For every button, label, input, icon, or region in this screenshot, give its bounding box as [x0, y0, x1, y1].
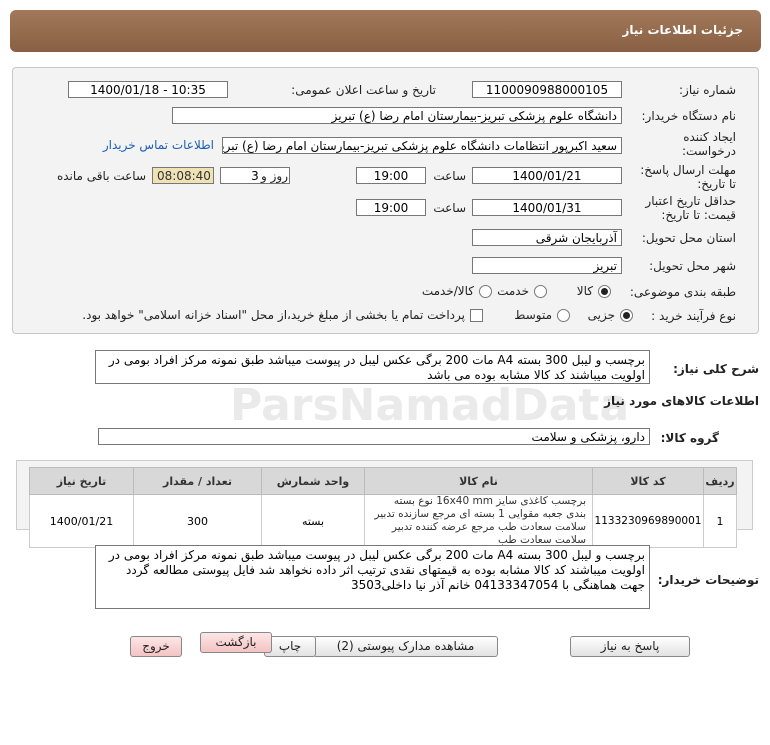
announce-field: 1400/01/18 - 10:35: [68, 81, 228, 98]
need-number-field: 1100090988000105: [472, 81, 622, 98]
process-option-minor: جزیی: [587, 308, 615, 322]
treasury-text: پرداخت تمام یا بخشی از مبلغ خرید،از محل …: [82, 308, 465, 322]
buyer-org-label: نام دستگاه خریدار:: [641, 109, 737, 123]
group-field: دارو، پزشکی و سلامت: [98, 428, 650, 445]
reply-date-field: 1400/01/21: [472, 167, 622, 184]
province-field: آذربایجان شرقی: [472, 229, 622, 246]
category-option-goods: کالا: [576, 284, 593, 298]
validity-time-field: 19:00: [356, 199, 426, 216]
category-radio-service[interactable]: [534, 285, 547, 298]
buyer-notes-label: توضیحات خریدار:: [657, 573, 759, 587]
col-qty: تعداد / مقدار: [133, 467, 262, 495]
cell-name: برچسب کاغذی سایز 16x40 mm نوع بسته بندی …: [364, 494, 593, 548]
reply-button[interactable]: پاسخ به نیاز: [570, 636, 690, 657]
buyer-org-field: دانشگاه علوم پزشکی تبریز-بیمارستان امام …: [172, 107, 622, 124]
col-name: نام کالا: [364, 467, 593, 495]
items-table: ردیف کد کالا نام کالا واحد شمارش تعداد /…: [29, 467, 737, 548]
days-label: روز و: [261, 169, 288, 183]
province-label: استان محل تحویل:: [641, 231, 736, 245]
announce-label: تاریخ و ساعت اعلان عمومی:: [291, 83, 436, 97]
city-label: شهر محل تحویل:: [649, 259, 736, 273]
buyer-notes-box: برچسب و لیبل 300 بسته A4 مات 200 برگی عک…: [95, 545, 650, 609]
need-number-label: شماره نیاز:: [679, 83, 736, 97]
cell-code: 1133230969890001: [592, 494, 704, 548]
reply-deadline-label: مهلت ارسال پاسخ: تا تاریخ:: [640, 163, 736, 191]
process-option-medium: متوسط: [514, 308, 552, 322]
category-label: طبقه بندی موضوعی:: [629, 285, 736, 299]
reply-time-field: 19:00: [356, 167, 426, 184]
goods-info-title: اطلاعات کالاهای مورد نیاز: [604, 394, 759, 408]
cell-qty: 300: [133, 494, 262, 548]
summary-box: برچسب و لیبل 300 بسته A4 مات 200 برگی عک…: [95, 350, 650, 384]
treasury-checkbox[interactable]: [470, 309, 483, 322]
cell-row: 1: [703, 494, 737, 548]
exit-button[interactable]: خروج: [130, 636, 182, 657]
table-row: 1 1133230969890001 برچسب کاغذی سایز 16x4…: [29, 494, 737, 548]
col-code: کد کالا: [592, 467, 704, 495]
remaining-label: ساعت باقی مانده: [56, 169, 146, 183]
process-radio-minor[interactable]: [620, 309, 633, 322]
cell-date: 1400/01/21: [29, 494, 134, 548]
page-title-bar: جزئیات اطلاعات نیاز: [10, 10, 761, 52]
validity-date-field: 1400/01/31: [472, 199, 622, 216]
contact-buyer-link[interactable]: اطلاعات تماس خریدار: [103, 138, 214, 152]
page-title: جزئیات اطلاعات نیاز: [622, 23, 743, 37]
category-radio-goods[interactable]: [598, 285, 611, 298]
back-button[interactable]: بازگشت: [200, 632, 272, 653]
col-unit: واحد شمارش: [261, 467, 365, 495]
city-field: تبریز: [472, 257, 622, 274]
process-label: نوع فرآیند خرید :: [651, 309, 736, 323]
validity-time-label: ساعت: [433, 201, 466, 215]
validity-label: حداقل تاریخ اعتبار قیمت: تا تاریخ:: [645, 194, 736, 222]
info-panel: شماره نیاز: 1100090988000105 تاریخ و ساع…: [12, 67, 759, 334]
category-option-both: کالا/خدمت: [421, 284, 474, 298]
group-label: گروه کالا:: [660, 431, 719, 445]
col-row: ردیف: [703, 467, 737, 495]
attachments-button[interactable]: مشاهده مدارک پیوستی (2): [313, 636, 498, 657]
remaining-timer: 08:08:40: [152, 167, 214, 184]
category-option-service: خدمت: [497, 284, 529, 298]
creator-field: سعید اکبرپور انتظامات دانشگاه علوم پزشکی…: [222, 137, 622, 154]
process-radio-medium[interactable]: [557, 309, 570, 322]
creator-label: ایجاد کننده درخواست:: [682, 130, 736, 158]
category-radio-both[interactable]: [479, 285, 492, 298]
summary-label: شرح کلی نیاز:: [673, 362, 759, 376]
col-date: تاریخ نیاز: [29, 467, 134, 495]
watermark-brand: ParsNamadData: [230, 380, 630, 431]
reply-time-label: ساعت: [433, 169, 466, 183]
cell-unit: بسته: [261, 494, 365, 548]
